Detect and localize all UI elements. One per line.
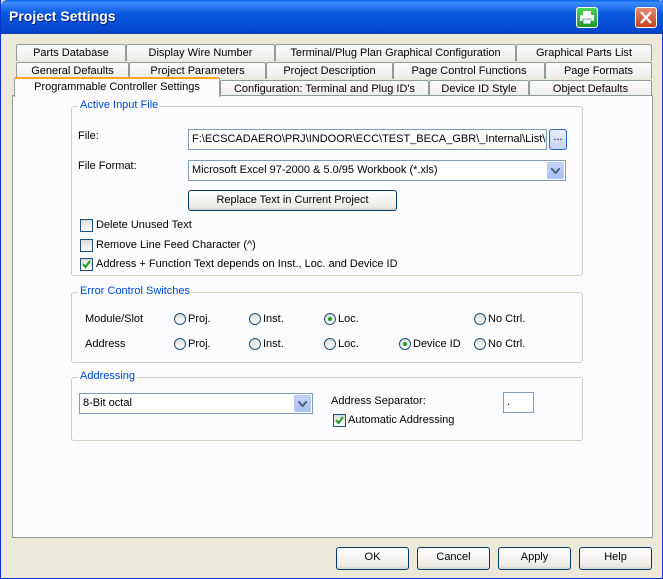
address-inst-radio[interactable]: [249, 338, 261, 350]
file-format-label: File Format:: [78, 160, 137, 172]
file-path-input[interactable]: F:\ECSCADAERO\PRJ\INDOOR\ECC\TEST_BECA_G…: [188, 129, 547, 150]
replace-text-button[interactable]: Replace Text in Current Project: [188, 190, 397, 211]
module-slot-loc-label: Loc.: [338, 313, 359, 325]
module-slot-inst-radio[interactable]: [249, 313, 261, 325]
address-separator-label: Address Separator:: [331, 395, 426, 407]
active-input-file-group: Active Input File File: F:\ECSCADAERO\PR…: [71, 99, 583, 276]
module-slot-inst-label: Inst.: [263, 313, 284, 325]
address-loc-label: Loc.: [338, 338, 359, 350]
module-slot-proj-label: Proj.: [188, 313, 211, 325]
address-no-ctrl-radio[interactable]: [474, 338, 486, 350]
delete-unused-text-checkbox[interactable]: [80, 219, 93, 232]
title-bar: Project Settings: [1, 0, 663, 34]
address-label: Address: [85, 338, 126, 350]
chevron-down-icon[interactable]: [547, 162, 564, 179]
browse-button[interactable]: ...: [549, 129, 567, 150]
address-function-text-label: Address + Function Text depends on Inst.…: [96, 258, 398, 270]
ok-button[interactable]: OK: [336, 547, 409, 570]
module-slot-no-ctrl-radio[interactable]: [474, 313, 486, 325]
help-button[interactable]: Help: [579, 547, 652, 570]
module-slot-loc-radio[interactable]: [324, 313, 336, 325]
address-no-ctrl-label: No Ctrl.: [488, 338, 526, 350]
tab-page-control-functions[interactable]: Page Control Functions: [393, 62, 545, 79]
address-function-text-checkbox[interactable]: [80, 258, 93, 271]
chevron-down-icon[interactable]: [294, 395, 311, 412]
address-loc-radio[interactable]: [324, 338, 336, 350]
close-icon[interactable]: [635, 7, 657, 28]
error-control-switches-group: Error Control Switches Module/Slot Proj.…: [71, 285, 583, 363]
module-slot-proj-radio[interactable]: [174, 313, 186, 325]
automatic-addressing-label: Automatic Addressing: [348, 414, 455, 426]
address-inst-label: Inst.: [263, 338, 284, 350]
tab-display-wire-number[interactable]: Display Wire Number: [126, 44, 275, 61]
address-proj-label: Proj.: [188, 338, 211, 350]
addressing-mode-select[interactable]: 8-Bit octal: [79, 393, 313, 414]
tab-programmable-controller-settings[interactable]: Programmable Controller Settings: [14, 77, 220, 97]
file-format-value: Microsoft Excel 97-2000 & 5.0/95 Workboo…: [192, 164, 438, 176]
address-device-id-label: Device ID: [413, 338, 461, 350]
tab-project-description[interactable]: Project Description: [266, 62, 393, 79]
module-slot-label: Module/Slot: [85, 313, 144, 325]
remove-line-feed-checkbox[interactable]: [80, 239, 93, 252]
print-icon[interactable]: [576, 7, 598, 28]
tab-page-formats[interactable]: Page Formats: [545, 62, 652, 79]
group-title: Error Control Switches: [78, 285, 193, 297]
window-title: Project Settings: [9, 8, 116, 24]
automatic-addressing-checkbox[interactable]: [333, 414, 346, 427]
tab-parts-database[interactable]: Parts Database: [16, 44, 126, 61]
addressing-mode-value: 8-Bit octal: [83, 397, 132, 409]
check-icon: [82, 260, 91, 269]
file-label: File:: [78, 130, 99, 142]
address-separator-input[interactable]: .: [503, 392, 534, 413]
delete-unused-text-label: Delete Unused Text: [96, 219, 192, 231]
group-title: Addressing: [78, 370, 138, 382]
tab-graphical-parts-list[interactable]: Graphical Parts List: [516, 44, 652, 61]
cancel-button[interactable]: Cancel: [417, 547, 490, 570]
file-format-select[interactable]: Microsoft Excel 97-2000 & 5.0/95 Workboo…: [188, 160, 566, 181]
address-device-id-radio[interactable]: [399, 338, 411, 350]
remove-line-feed-label: Remove Line Feed Character (^): [96, 239, 256, 251]
addressing-group: Addressing 8-Bit octal Address Separator…: [71, 370, 583, 441]
tab-panel: Active Input File File: F:\ECSCADAERO\PR…: [12, 95, 653, 538]
apply-button[interactable]: Apply: [498, 547, 571, 570]
project-settings-window: Project Settings Parts Database Display …: [0, 0, 663, 579]
group-title: Active Input File: [78, 99, 161, 111]
module-slot-no-ctrl-label: No Ctrl.: [488, 313, 526, 325]
address-proj-radio[interactable]: [174, 338, 186, 350]
tab-terminal-plug-plan[interactable]: Terminal/Plug Plan Graphical Configurati…: [275, 44, 516, 61]
check-icon: [335, 416, 344, 425]
